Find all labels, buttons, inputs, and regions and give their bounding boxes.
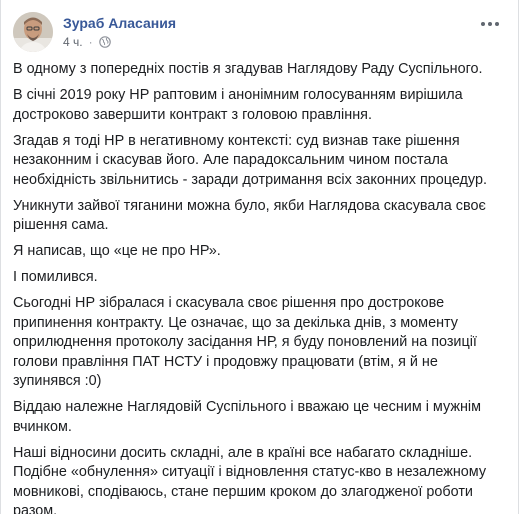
post-header: Зураб Аласания 4 ч. · <box>13 12 508 56</box>
post-meta: 4 ч. · <box>63 35 111 49</box>
post-paragraph: Сьогодні НР зібралася і скасувала своє р… <box>13 295 477 389</box>
post-paragraph: Наші відносини досить складні, але в кра… <box>13 444 487 514</box>
post-body: В одному з попередніх постів я згадував … <box>13 60 507 514</box>
author-name[interactable]: Зураб Аласания <box>63 15 176 31</box>
more-options-icon[interactable] <box>478 14 502 34</box>
post-paragraph: Уникнути зайвої тяганини можна було, якб… <box>13 197 486 234</box>
meta-separator: · <box>88 35 93 49</box>
post-timestamp[interactable]: 4 ч. <box>63 35 83 49</box>
post-paragraph: Я написав, що «це не про НР». <box>13 243 221 259</box>
avatar-photo <box>13 12 53 52</box>
post-paragraph: В січні 2019 року НР раптовим і анонімни… <box>13 87 463 123</box>
globe-icon[interactable] <box>98 36 111 48</box>
post-card: Зураб Аласания 4 ч. · В одному з поперед… <box>0 0 519 514</box>
post-paragraph: Згадав я тоді НР в негативному контексті… <box>13 132 487 188</box>
post-paragraph: І помилився. <box>13 269 98 285</box>
author-avatar[interactable] <box>13 12 53 52</box>
post-paragraph: Віддаю належне Наглядовій Суспільного і … <box>13 399 482 435</box>
post-paragraph: В одному з попередніх постів я згадував … <box>13 61 483 77</box>
